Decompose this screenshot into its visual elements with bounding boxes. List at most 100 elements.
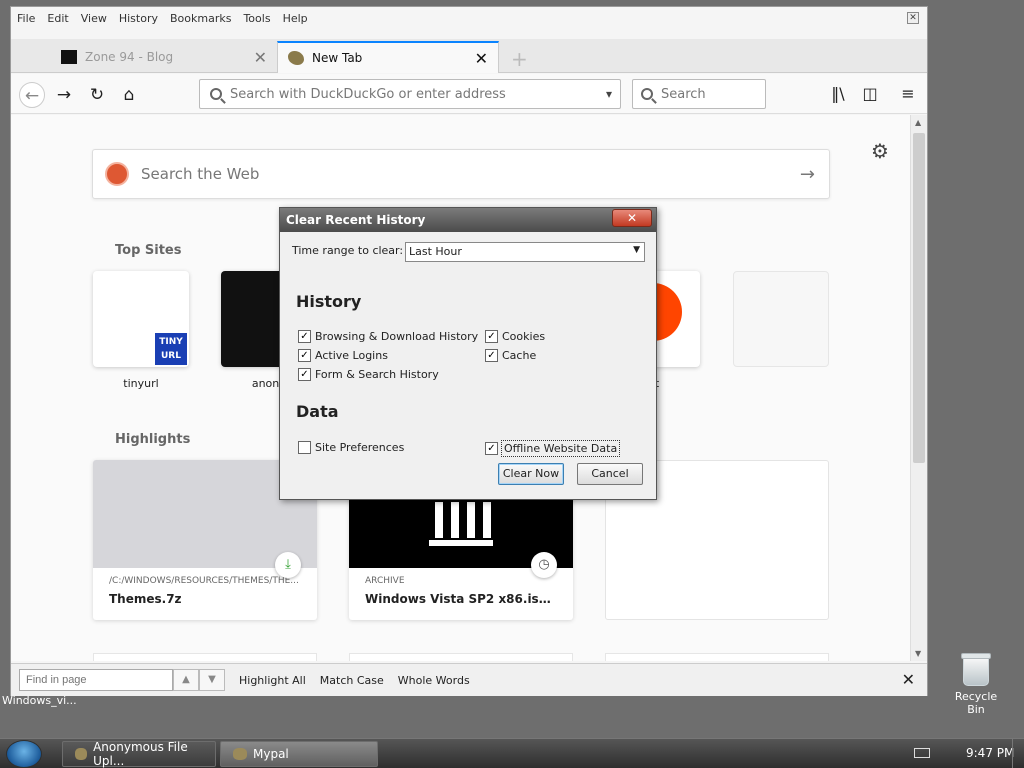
url-bar[interactable]: Search with DuckDuckGo or enter address … (199, 79, 621, 109)
dialog-title-bar[interactable]: Clear Recent History ✕ (280, 208, 656, 232)
top-site-tile[interactable]: TINY URL tinyurl (93, 271, 189, 390)
scroll-up-icon[interactable]: ▲ (915, 118, 921, 127)
site-thumbnail: TINY URL (93, 271, 189, 367)
close-icon[interactable]: ✕ (902, 670, 915, 689)
vertical-scrollbar[interactable]: ▲ ▼ (910, 115, 927, 661)
checkbox-label: Offline Website Data (500, 440, 621, 457)
taskbar-button-mypal[interactable]: Mypal (220, 741, 378, 767)
trash-icon (961, 653, 991, 686)
menu-file[interactable]: File (17, 12, 35, 25)
url-placeholder: Search with DuckDuckGo or enter address (230, 86, 506, 102)
gear-icon[interactable]: ⚙ (871, 139, 889, 163)
top-site-label: tinyurl (123, 377, 159, 390)
checkbox-cookies[interactable]: ✓ Cookies (485, 330, 545, 343)
scrollbar-thumb[interactable] (913, 133, 925, 463)
scroll-down-icon[interactable]: ▼ (915, 649, 921, 658)
keyboard-icon[interactable] (914, 748, 930, 758)
checkbox-unchecked[interactable] (298, 441, 311, 454)
highlight-path: /C:/WINDOWS/RESOURCES/THEMES/THE... (109, 576, 299, 586)
window-close-button[interactable]: ✕ (907, 12, 919, 24)
web-search-box[interactable]: Search the Web → (92, 149, 830, 199)
recycle-bin-icon[interactable]: Recycle Bin (946, 653, 1006, 716)
next-row-card (605, 653, 829, 661)
checkbox-site-preferences[interactable]: Site Preferences (298, 441, 404, 454)
menu-history[interactable]: History (119, 12, 158, 25)
close-tab-icon[interactable]: ✕ (475, 49, 488, 68)
whole-words-toggle[interactable]: Whole Words (398, 674, 470, 687)
checkbox-offline-data[interactable]: ✓ Offline Website Data (485, 440, 621, 457)
find-previous-icon[interactable]: ▲ (173, 669, 199, 691)
next-row-card (93, 653, 317, 661)
menu-edit[interactable]: Edit (47, 12, 68, 25)
menu-bookmarks[interactable]: Bookmarks (170, 12, 231, 25)
dialog-body: Time range to clear: Last Hour ▼ History… (280, 232, 656, 499)
next-row-card (349, 653, 573, 661)
download-icon: ⤓ (275, 552, 301, 578)
checkbox-label: Cache (502, 349, 537, 362)
find-next-icon[interactable]: ▼ (199, 669, 225, 691)
checkbox-label: Form & Search History (315, 368, 439, 381)
data-heading: Data (296, 402, 339, 421)
checkbox-active-logins[interactable]: ✓ Active Logins (298, 349, 388, 362)
tinyurl-logo-line2: URL (161, 351, 181, 361)
match-case-toggle[interactable]: Match Case (320, 674, 384, 687)
sidebar-toggle-icon[interactable]: ◫ (858, 82, 882, 106)
time-range-label: Time range to clear: (292, 244, 404, 257)
search-placeholder: Search (661, 86, 706, 102)
reload-icon[interactable]: ↻ (84, 82, 110, 108)
taskbar: Anonymous File Upl... Mypal 9:47 PM (0, 738, 1024, 768)
time-range-select[interactable]: Last Hour ▼ (405, 242, 645, 262)
duckduckgo-logo-icon (105, 162, 129, 186)
back-arrow-icon[interactable]: ← (19, 82, 45, 108)
arrow-right-icon[interactable]: → (800, 164, 815, 185)
show-desktop-button[interactable] (1012, 739, 1024, 768)
checkbox-checked[interactable]: ✓ (485, 349, 498, 362)
menu-help[interactable]: Help (283, 12, 308, 25)
forward-arrow-icon[interactable]: → (51, 82, 77, 108)
checkbox-checked[interactable]: ✓ (485, 442, 498, 455)
hamburger-menu-icon[interactable]: ≡ (896, 82, 920, 106)
checkbox-checked[interactable]: ✓ (298, 349, 311, 362)
new-tab-plus-icon[interactable]: + (511, 47, 528, 71)
system-clock[interactable]: 9:47 PM (966, 746, 1014, 760)
find-input[interactable] (19, 669, 173, 691)
start-button-icon[interactable] (6, 740, 42, 768)
clear-now-button[interactable]: Clear Now (498, 463, 564, 485)
checkbox-cache[interactable]: ✓ Cache (485, 349, 536, 362)
tab-strip: Zone 94 - Blog ✕ New Tab ✕ + (11, 39, 927, 73)
home-icon[interactable]: ⌂ (116, 82, 142, 108)
history-heading: History (296, 292, 362, 311)
tab-zone94[interactable]: Zone 94 - Blog ✕ (51, 41, 277, 73)
tab-new-tab[interactable]: New Tab ✕ (277, 41, 499, 73)
archive-building-icon (429, 502, 493, 546)
checkbox-checked[interactable]: ✓ (485, 330, 498, 343)
checkbox-browsing-history[interactable]: ✓ Browsing & Download History (298, 330, 478, 343)
highlight-title: Windows Vista SP2 x86.iso : Micr... (365, 592, 557, 606)
dialog-title: Clear Recent History (286, 213, 426, 227)
library-icon[interactable]: ‖\ (826, 82, 850, 106)
tinyurl-logo-icon: TINY URL (155, 333, 187, 365)
checkbox-label: Cookies (502, 330, 546, 343)
taskbar-button-anonymous-file[interactable]: Anonymous File Upl... (62, 740, 216, 768)
web-search-placeholder: Search the Web (141, 165, 260, 183)
tinyurl-logo-line1: TINY (159, 337, 183, 347)
menu-tools[interactable]: Tools (243, 12, 270, 25)
menu-view[interactable]: View (81, 12, 107, 25)
dialog-close-button[interactable]: ✕ (612, 209, 652, 227)
checkbox-checked[interactable]: ✓ (298, 330, 311, 343)
search-bar[interactable]: Search (632, 79, 766, 109)
chevron-down-icon[interactable]: ▾ (606, 87, 612, 101)
clear-history-dialog: Clear Recent History ✕ Time range to cle… (279, 207, 657, 500)
site-thumbnail (733, 271, 829, 367)
empty-top-site-slot[interactable] (733, 271, 829, 367)
checkbox-label: Browsing & Download History (315, 330, 479, 343)
checkbox-label: Active Logins (315, 349, 388, 362)
checkbox-checked[interactable]: ✓ (298, 368, 311, 381)
highlights-heading: Highlights (115, 432, 191, 447)
close-tab-icon[interactable]: ✕ (254, 48, 267, 67)
search-icon (641, 88, 653, 100)
highlight-all-toggle[interactable]: Highlight All (239, 674, 306, 687)
search-icon (210, 88, 222, 100)
cancel-button[interactable]: Cancel (577, 463, 643, 485)
checkbox-form-history[interactable]: ✓ Form & Search History (298, 368, 439, 381)
